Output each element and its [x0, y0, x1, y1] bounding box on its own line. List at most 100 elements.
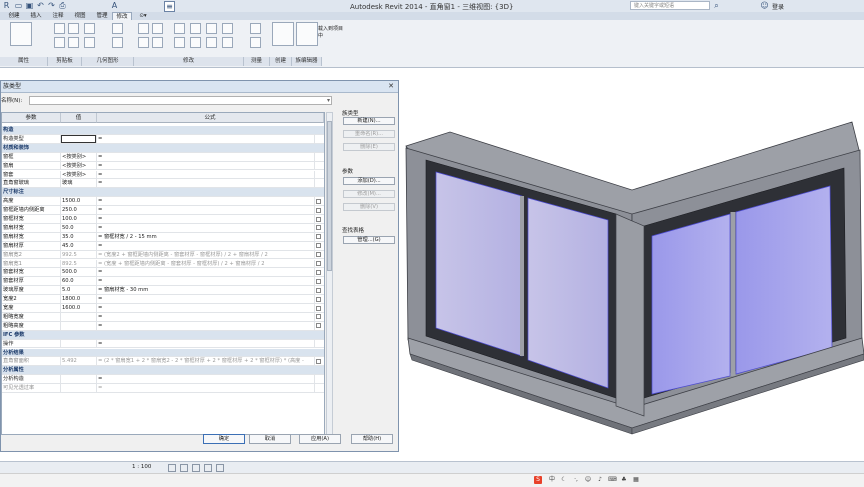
parameter-value[interactable]: [61, 312, 97, 321]
checkbox-icon[interactable]: [316, 269, 321, 275]
checkbox-icon[interactable]: [316, 261, 321, 266]
shadows-icon[interactable]: [204, 464, 212, 472]
lock-cell[interactable]: [315, 295, 324, 303]
apply-button[interactable]: 应用(A): [299, 434, 341, 444]
table-scrollbar[interactable]: [326, 112, 333, 435]
parameter-value[interactable]: [61, 134, 97, 143]
lock-cell[interactable]: [315, 251, 324, 259]
checkbox-icon[interactable]: [316, 287, 321, 293]
lock-cell[interactable]: [315, 233, 324, 241]
parameter-row[interactable]: 分析构造 =: [2, 375, 324, 385]
sun-path-icon[interactable]: [192, 464, 200, 472]
mic-icon[interactable]: ♪: [596, 476, 604, 484]
type-name-select[interactable]: ▾: [29, 96, 332, 105]
lock-cell[interactable]: [315, 153, 324, 161]
parameter-value[interactable]: 5.0: [61, 286, 97, 295]
detail-level-icon[interactable]: [168, 464, 176, 472]
move-icon[interactable]: [138, 37, 149, 48]
copy-icon[interactable]: [54, 37, 65, 48]
parameter-group-row[interactable]: 材质和装饰: [2, 143, 324, 153]
checkbox-icon[interactable]: [316, 358, 321, 364]
parameter-formula[interactable]: =: [97, 375, 315, 384]
parameter-row[interactable]: 窗框材宽 100.0 =: [2, 215, 324, 224]
lock-cell[interactable]: [315, 179, 324, 187]
corner-window-model[interactable]: [400, 68, 864, 461]
parameter-value[interactable]: 100.0: [61, 215, 97, 223]
parameter-group-row[interactable]: 分析结果: [2, 348, 324, 358]
moon-icon[interactable]: ☾: [560, 476, 568, 484]
checkbox-icon[interactable]: [316, 207, 321, 213]
cancel-button[interactable]: 取消: [249, 434, 291, 444]
parameter-value[interactable]: 992.5: [61, 250, 97, 259]
offset-icon[interactable]: [152, 23, 163, 34]
parameter-row[interactable]: 窗扇材宽 50.0 =: [2, 223, 324, 233]
redo-icon[interactable]: ↷: [47, 1, 56, 10]
ribbon-options-icon[interactable]: ⊙▾: [136, 12, 150, 20]
parameter-formula[interactable]: =: [97, 161, 315, 170]
tab-insert[interactable]: 插入: [26, 12, 46, 20]
match-type-icon[interactable]: [68, 37, 79, 48]
mirror-icon[interactable]: [174, 23, 185, 34]
manage-lookup-button[interactable]: 管理...(G): [343, 236, 395, 244]
parameter-value[interactable]: [61, 339, 97, 348]
parameter-formula[interactable]: =: [97, 179, 315, 188]
checkbox-icon[interactable]: [316, 216, 321, 222]
copy-element-icon[interactable]: [152, 37, 163, 48]
parameter-row[interactable]: 宽度2 1800.0 =: [2, 295, 324, 304]
column-header-formula[interactable]: 公式: [97, 113, 324, 123]
lock-cell[interactable]: [315, 286, 324, 294]
lock-cell[interactable]: [315, 242, 324, 250]
thin-lines-icon[interactable]: ≡: [164, 1, 175, 12]
add-parameter-button[interactable]: 添加(D)...: [343, 177, 395, 185]
new-type-button[interactable]: 新建(N)...: [343, 117, 395, 125]
parameter-row[interactable]: 窗框 <按类别> =: [2, 152, 324, 162]
properties-icon[interactable]: [10, 22, 32, 46]
parameter-row[interactable]: 窗扇宽2 992.5 = (宽度2 + 窗框距墙内侧距离 - 窗套材厚 - 窗框材厚…: [2, 250, 324, 260]
parameter-value[interactable]: 35.0: [61, 232, 97, 241]
parameter-row[interactable]: 粗略宽度 =: [2, 312, 324, 322]
checkbox-icon[interactable]: [316, 323, 321, 329]
rename-type-button[interactable]: 重命名(R)...: [343, 130, 395, 138]
column-header-param[interactable]: 参数: [2, 113, 61, 123]
parameter-row[interactable]: 直角窗玻璃 玻璃 =: [2, 179, 324, 189]
lock-cell[interactable]: [315, 340, 324, 348]
parameter-value[interactable]: 250.0: [61, 206, 97, 214]
parameter-row[interactable]: 高度 1500.0 =: [2, 197, 324, 207]
tab-create[interactable]: 创建: [4, 12, 24, 20]
parameter-formula[interactable]: =: [97, 215, 315, 223]
parameter-row[interactable]: 玻璃厚度 5.0 = 窗扇材宽 - 30 mm: [2, 286, 324, 296]
tab-modify[interactable]: 修改: [112, 12, 132, 20]
login-link[interactable]: 登录: [772, 2, 784, 11]
parameter-formula[interactable]: =: [97, 223, 315, 232]
parameter-formula[interactable]: =: [97, 321, 315, 330]
delete-type-button[interactable]: 删除(E): [343, 143, 395, 151]
lock-cell[interactable]: [315, 313, 324, 321]
checkbox-icon[interactable]: [316, 234, 321, 240]
parameter-value[interactable]: 1600.0: [61, 304, 97, 312]
checkbox-icon[interactable]: [316, 305, 321, 311]
parameter-value[interactable]: 5.492: [61, 357, 97, 366]
parameter-formula[interactable]: =: [97, 206, 315, 214]
parameter-value[interactable]: [61, 321, 97, 330]
align-icon[interactable]: [138, 23, 149, 34]
cut-geometry-icon[interactable]: [84, 37, 95, 48]
measure-icon[interactable]: [250, 23, 261, 34]
trim-icon[interactable]: [190, 23, 201, 34]
parameter-row[interactable]: 窗扇宽1 892.5 = (宽度 + 窗框距墙内侧距离 - 窗套材厚 - 窗框材厚)…: [2, 259, 324, 269]
lock-cell[interactable]: [315, 197, 324, 205]
ime-icon[interactable]: S: [534, 476, 542, 484]
lock-cell[interactable]: [315, 260, 324, 268]
punctuation-icon[interactable]: ·,: [572, 476, 580, 484]
text-tool-icon[interactable]: A: [110, 1, 119, 10]
parameter-row[interactable]: 粗略高度 =: [2, 321, 324, 331]
parameter-group-row[interactable]: 构造: [2, 126, 324, 135]
column-header-value[interactable]: 值: [61, 113, 97, 123]
rotate-icon[interactable]: [174, 37, 185, 48]
parameter-row[interactable]: 窗扇材宽 35.0 = 窗框材宽 / 2 - 15 mm: [2, 232, 324, 242]
parameter-row[interactable]: 直角窗面积 5.492 = (2 * 窗扇宽1 + 2 * 窗扇宽2 - 2 * 窗…: [2, 357, 324, 367]
checkbox-icon[interactable]: [316, 296, 321, 302]
array-icon[interactable]: [190, 37, 201, 48]
parameter-value[interactable]: 892.5: [61, 259, 97, 268]
help-button[interactable]: 帮助(H): [351, 434, 393, 444]
parameter-formula[interactable]: =: [97, 152, 315, 161]
